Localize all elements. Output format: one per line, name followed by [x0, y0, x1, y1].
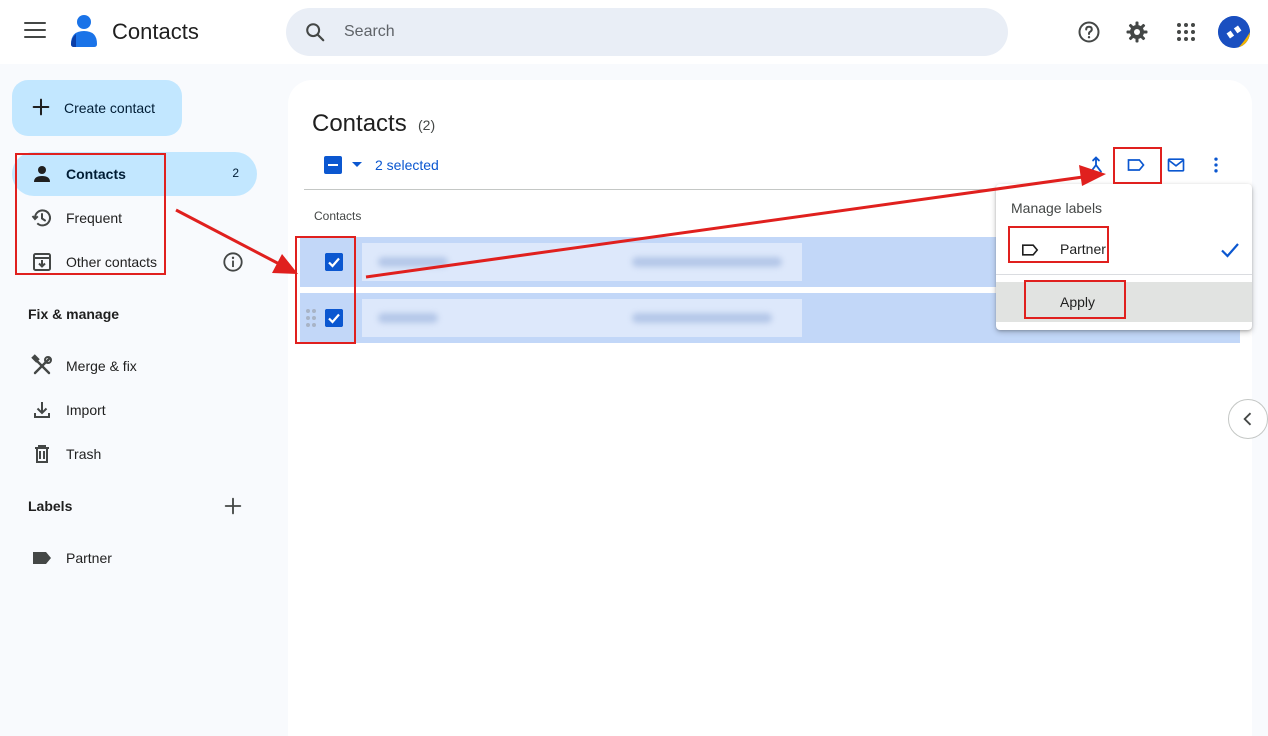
fix-manage-heading: Fix & manage: [28, 306, 120, 322]
help-icon[interactable]: [1077, 20, 1101, 44]
redacted-email: [632, 313, 772, 323]
sidebar-item-label: Import: [66, 402, 106, 418]
sidebar-item-import[interactable]: Import: [12, 388, 257, 432]
sidebar-item-merge-fix[interactable]: Merge & fix: [12, 344, 257, 388]
email-icon[interactable]: [1166, 155, 1186, 175]
manage-labels-icon[interactable]: [1126, 155, 1146, 175]
row-checkbox[interactable]: [325, 253, 343, 271]
sidebar-item-trash[interactable]: Trash: [12, 432, 257, 476]
select-all-checkbox[interactable]: [324, 156, 342, 174]
labels-heading: Labels: [28, 498, 73, 514]
page-title: Contacts: [312, 110, 407, 137]
menu-heading: Manage labels: [1011, 200, 1103, 216]
info-icon[interactable]: [222, 251, 244, 273]
sidebar-item-label: Partner: [66, 550, 112, 566]
main-menu-icon[interactable]: [24, 22, 46, 42]
sidebar-item-label: Trash: [66, 446, 102, 462]
contact-row-content: [362, 299, 802, 337]
page-title-count: (2): [418, 117, 436, 133]
sidebar-item-label: Merge & fix: [66, 358, 137, 374]
label-outline-icon: [1022, 244, 1039, 256]
redacted-name: [378, 313, 438, 323]
history-icon: [31, 209, 51, 227]
apply-button[interactable]: Apply: [996, 282, 1252, 322]
add-label-plus-icon[interactable]: [222, 495, 244, 517]
create-contact-button[interactable]: Create contact: [12, 80, 182, 136]
search-input[interactable]: [344, 20, 944, 44]
apps-grid-icon[interactable]: [1174, 20, 1198, 44]
label-tag-icon: [33, 552, 51, 564]
trash-icon: [35, 445, 49, 463]
search-bar[interactable]: [286, 8, 1008, 56]
person-icon: [34, 166, 50, 182]
app-title: Contacts: [112, 19, 199, 44]
sidebar-item-label: Frequent: [66, 210, 123, 226]
column-header-contacts: Contacts: [314, 209, 362, 223]
menu-item-partner[interactable]: Partner: [996, 230, 1252, 270]
satellite-avatar-icon: [1218, 16, 1250, 48]
contact-row-content: [362, 243, 802, 281]
account-avatar[interactable]: [1218, 16, 1250, 48]
select-menu-chevron-down-icon[interactable]: [352, 162, 362, 167]
collapse-panel-button[interactable]: [1228, 399, 1268, 439]
apply-button-label: Apply: [1060, 294, 1096, 310]
sidebar-item-label: Contacts: [66, 166, 126, 182]
contacts-logo-icon: [71, 15, 97, 47]
sidebar-item-label-partner[interactable]: Partner: [12, 536, 257, 580]
selection-count-text: 2 selected: [375, 157, 439, 173]
check-icon: [1221, 243, 1239, 258]
redacted-email: [632, 257, 782, 267]
create-contact-label: Create contact: [64, 100, 156, 116]
contacts-count-badge: 2: [232, 166, 239, 180]
manage-labels-menu: Manage labels Partner Apply: [996, 184, 1252, 330]
settings-gear-icon[interactable]: [1125, 20, 1149, 44]
contacts-list-panel: Contacts (2) 2 selected Contacts: [288, 80, 1252, 736]
sidebar-item-label: Other contacts: [66, 254, 158, 270]
more-vert-icon[interactable]: [1206, 155, 1226, 175]
merge-tools-icon: [31, 354, 52, 375]
merge-icon[interactable]: [1086, 155, 1106, 175]
download-icon: [34, 402, 50, 418]
chevron-left-icon: [1243, 412, 1252, 426]
top-bar: Contacts: [0, 0, 1268, 64]
archive-download-icon: [33, 253, 51, 271]
row-checkbox[interactable]: [325, 309, 343, 327]
sidebar-item-frequent[interactable]: Frequent: [12, 196, 257, 240]
drag-handle-icon[interactable]: [306, 309, 316, 327]
sidebar-item-contacts[interactable]: Contacts 2: [12, 152, 257, 196]
sidebar-item-other-contacts[interactable]: Other contacts: [12, 240, 257, 284]
search-icon[interactable]: [304, 21, 326, 43]
menu-item-label: Partner: [1060, 241, 1106, 257]
plus-icon: [32, 98, 50, 116]
menu-divider: [996, 274, 1252, 275]
redacted-name: [378, 257, 448, 267]
